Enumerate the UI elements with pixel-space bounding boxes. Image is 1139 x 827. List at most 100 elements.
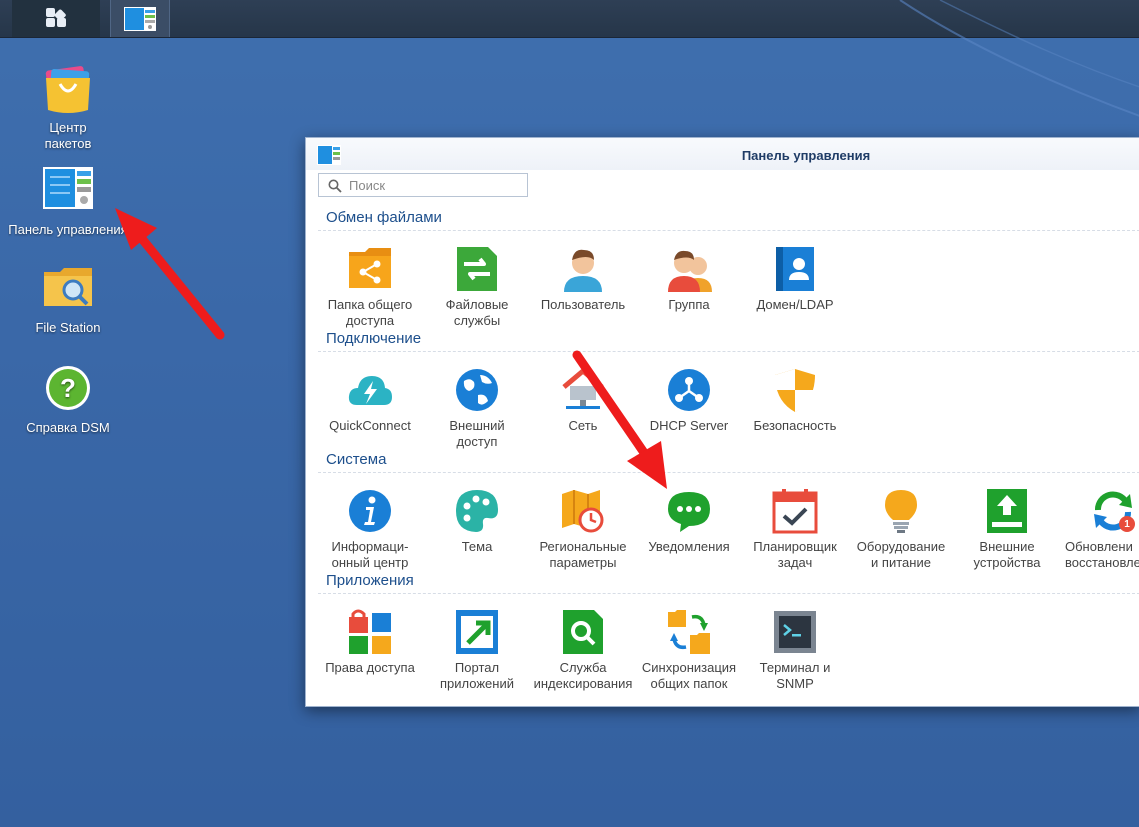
dhcp-icon [668,369,710,411]
item-label: Внешний доступ [449,418,505,449]
help-icon: ? [46,366,90,410]
item-indexing-service[interactable]: Служба индексирования [530,609,636,692]
item-regional-options[interactable]: Региональные параметры [530,488,636,571]
window-title-bar[interactable]: Панель управления [306,138,1139,170]
item-label: Служба индексирования [533,660,633,691]
item-external-devices[interactable]: Внешние устройства [954,488,1060,571]
item-update-restore[interactable]: 1 Обновлени восстановле [1060,488,1139,571]
divider [318,593,1139,594]
item-external-access[interactable]: Внешний доступ [424,367,530,450]
item-info-center[interactable]: Информаци- онный центр [317,488,423,571]
desktop-icon-file-station[interactable]: File Station [8,264,128,336]
item-label: Домен/LDAP [756,297,834,312]
desktop-icon-label: File Station [35,320,101,335]
network-icon [562,367,604,409]
item-label: Портал приложений [440,660,514,691]
package-center-icon [45,66,90,113]
item-notifications[interactable]: Уведомления [636,488,742,555]
bulb-icon [885,490,917,533]
item-quickconnect[interactable]: QuickConnect [317,367,423,434]
item-label: DHCP Server [649,418,729,433]
main-menu-button[interactable] [12,0,100,37]
quickconnect-icon [348,376,392,405]
desktop-icon-control-panel[interactable]: Панель управления [8,166,128,238]
divider [318,351,1139,352]
item-user[interactable]: Пользователь [530,246,636,313]
item-task-scheduler[interactable]: Планировщик задач [742,488,848,571]
section-title: Подключение [326,330,422,347]
item-label: Внешние устройства [973,539,1041,570]
item-application-portal[interactable]: Портал приложений [424,609,530,692]
desktop-icon-label: Центр пакетов [44,120,92,151]
folder-search-icon [44,268,92,306]
terminal-icon [774,611,816,653]
item-label: Терминал и SNMP [759,660,831,691]
item-label: Сеть [568,418,598,433]
section-title: Обмен файлами [326,209,442,226]
taskbar-control-panel-button[interactable] [110,0,170,37]
globe-icon [456,369,498,411]
item-label: Планировщик задач [753,539,837,570]
info-icon [349,490,391,532]
item-label: QuickConnect [329,418,411,433]
item-group[interactable]: Группа [636,246,742,313]
item-security[interactable]: Безопасность [742,367,848,434]
taskbar [0,0,1139,38]
desktop-icon-package-center[interactable]: Центр пакетов [8,64,128,152]
divider [318,472,1139,473]
group-icon [668,250,712,292]
control-panel-icon [43,167,93,209]
section-title: Приложения [326,572,414,589]
item-shared-folder-sync[interactable]: Синхронизация общих папок [636,609,742,692]
sync-icon [668,610,710,654]
portal-icon [456,610,498,654]
item-label: Тема [461,539,493,554]
external-device-icon [987,489,1027,533]
search-input[interactable]: Поиск [318,173,528,197]
item-hardware-power[interactable]: Оборудование и питание [848,488,954,571]
window-title: Панель управления [741,148,871,163]
search-placeholder: Поиск [349,178,386,193]
desktop-icon-label: Справка DSM [26,420,110,435]
item-label: Синхронизация общих папок [641,660,737,691]
control-panel-icon [124,6,156,31]
svg-text:?: ? [60,373,76,403]
item-label: Группа [668,297,710,312]
item-label: Файловые службы [445,297,509,328]
item-privileges[interactable]: Права доступа [317,609,423,676]
user-icon [564,249,602,292]
palette-icon [456,490,498,532]
desktop-icon-dsm-help[interactable]: ? Справка DSM [8,364,128,436]
item-label: Информаци- онный центр [331,539,409,570]
grid-icon [46,7,66,27]
index-icon [563,610,603,654]
privileges-icon [349,609,391,654]
calendar-check-icon [772,489,818,534]
item-label: Уведомления [648,539,730,554]
item-label: Безопасность [753,418,837,433]
regional-icon [562,490,604,533]
file-services-icon [457,247,497,291]
item-label: Права доступа [325,660,415,675]
item-label: Обновлени восстановле [1065,539,1139,570]
item-label: Оборудование и питание [856,539,946,570]
chat-icon [668,492,710,532]
control-panel-window: Панель управления Поиск Обмен файлами Па… [305,137,1139,707]
item-label: Папка общего доступа [327,297,413,328]
item-dhcp-server[interactable]: DHCP Server [636,367,742,434]
item-file-services[interactable]: Файловые службы [424,246,530,329]
section-title: Система [326,451,387,468]
item-label: Региональные параметры [539,539,627,570]
update-badge: 1 [1124,519,1130,530]
item-network[interactable]: Сеть [530,367,636,434]
domain-ldap-icon [776,247,814,291]
item-theme[interactable]: Тема [424,488,530,555]
shared-folder-icon [349,248,391,288]
item-label: Пользователь [540,297,626,312]
desktop-icon-label: Панель управления [8,222,128,237]
item-terminal-snmp[interactable]: Терминал и SNMP [742,609,848,692]
item-domain-ldap[interactable]: Домен/LDAP [742,246,848,313]
shield-icon [775,369,815,412]
item-shared-folder[interactable]: Папка общего доступа [317,246,423,329]
search-icon [328,179,342,193]
